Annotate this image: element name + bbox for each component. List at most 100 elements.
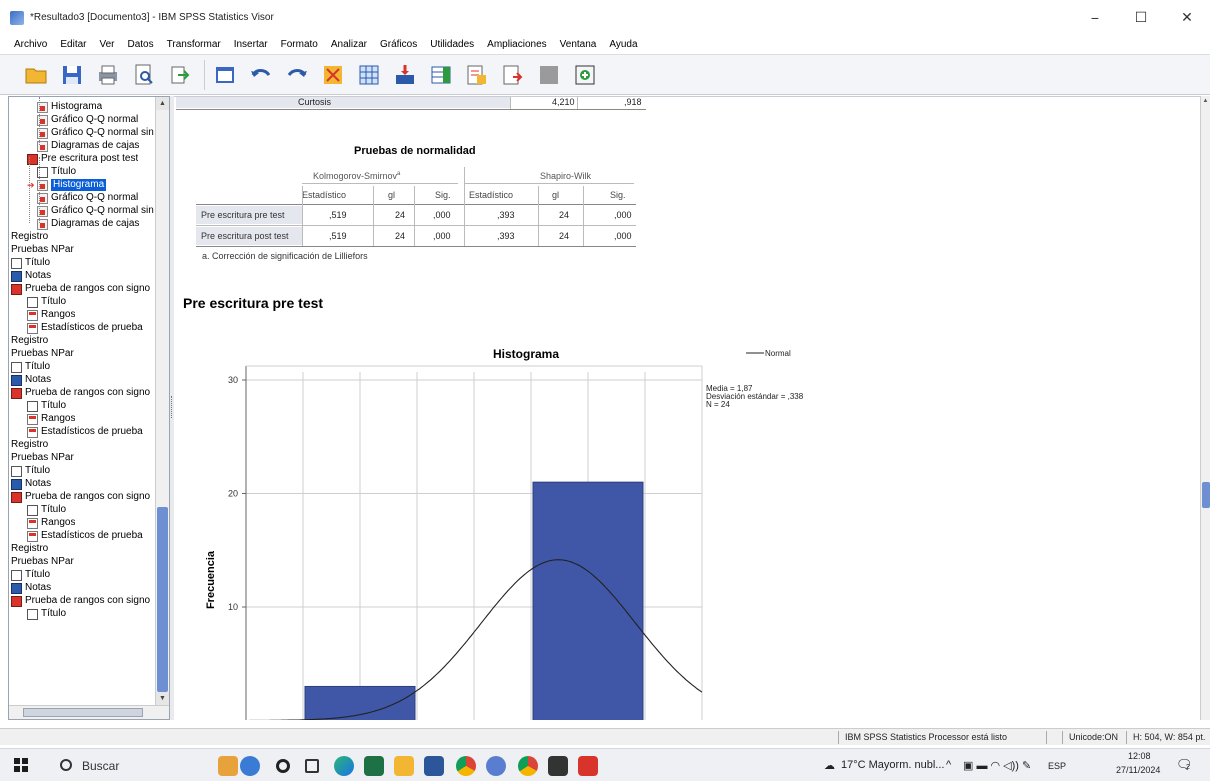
tree-item[interactable]: Estadísticos de prueba: [27, 426, 143, 438]
tree-item[interactable]: Pre escritura post test: [27, 153, 138, 165]
select-cases-icon[interactable]: [463, 61, 491, 89]
undo-icon[interactable]: [247, 61, 275, 89]
tree-item[interactable]: Título: [11, 569, 50, 581]
language-indicator[interactable]: ESP: [1048, 761, 1066, 771]
photos-icon[interactable]: [548, 756, 568, 776]
content-vertical-scrollbar[interactable]: ▲: [1200, 96, 1210, 720]
menu-editar[interactable]: Editar: [60, 39, 86, 50]
menu-transformar[interactable]: Transformar: [167, 39, 221, 50]
tree-item[interactable]: Estadísticos de prueba: [27, 322, 143, 334]
tree-item[interactable]: Histograma ➔: [27, 179, 107, 191]
tree-item[interactable]: Diagramas de cajas: [37, 218, 139, 230]
tree-item[interactable]: Histograma: [37, 101, 102, 113]
script-icon[interactable]: [571, 61, 599, 89]
print-icon[interactable]: [94, 61, 122, 89]
tree-item[interactable]: Título: [27, 400, 66, 412]
tray-chevron-icon[interactable]: ^: [946, 759, 951, 771]
cortana-icon[interactable]: [276, 759, 290, 773]
tree-item[interactable]: Pruebas NPar: [11, 348, 74, 360]
tree-item[interactable]: Gráfico Q-Q normal: [37, 114, 138, 126]
goto-case-icon[interactable]: [355, 61, 383, 89]
minimize-button[interactable]: −: [1072, 0, 1118, 35]
tree-item[interactable]: Título: [27, 296, 66, 308]
content-scroll-thumb[interactable]: [1202, 482, 1210, 508]
taskbar-search[interactable]: Buscar: [52, 755, 202, 777]
tree-item[interactable]: Registro: [11, 543, 48, 555]
tree-item[interactable]: Pruebas NPar: [11, 452, 74, 464]
tree-item[interactable]: Título: [11, 361, 50, 373]
open-folder-icon[interactable]: [22, 61, 50, 89]
edge-icon[interactable]: [334, 756, 354, 776]
redo-icon[interactable]: [283, 61, 311, 89]
scroll-up-icon[interactable]: ▲: [1201, 96, 1210, 106]
tree-item[interactable]: Pruebas NPar: [11, 244, 74, 256]
weather-icon[interactable]: ☁: [824, 759, 835, 772]
tree-item[interactable]: Diagramas de cajas: [37, 140, 139, 152]
weather-label[interactable]: 17°C Mayorm. nubl...: [841, 759, 944, 771]
goto-data-icon[interactable]: [319, 61, 347, 89]
file-explorer-icon[interactable]: [394, 756, 414, 776]
tree-item[interactable]: Título: [27, 608, 66, 620]
notification-icon[interactable]: 🗨: [1176, 757, 1193, 773]
tree-item[interactable]: Rangos: [27, 309, 75, 321]
menu-utilidades[interactable]: Utilidades: [430, 39, 474, 50]
tree-item[interactable]: Pruebas NPar: [11, 556, 74, 568]
tree-item[interactable]: Prueba de rangos con signo: [11, 283, 150, 295]
word-icon[interactable]: [424, 756, 444, 776]
widgets-icon[interactable]: [218, 756, 238, 776]
tree-item[interactable]: Notas: [11, 582, 51, 594]
tree-item[interactable]: Registro: [11, 335, 48, 347]
chrome-icon[interactable]: [456, 756, 476, 776]
tree-item[interactable]: Notas: [11, 478, 51, 490]
menu-insertar[interactable]: Insertar: [234, 39, 268, 50]
tree-item[interactable]: Rangos: [27, 413, 75, 425]
tree-scroll-down-icon[interactable]: ▼: [156, 692, 169, 705]
export-icon[interactable]: [166, 61, 194, 89]
acrobat-icon[interactable]: [578, 756, 598, 776]
tree-item[interactable]: Gráfico Q-Q normal sin t: [37, 205, 159, 217]
windows-start-icon[interactable]: [14, 758, 28, 772]
excel-icon[interactable]: [364, 756, 384, 776]
copilot-icon[interactable]: [240, 756, 260, 776]
tree-item[interactable]: Título: [37, 166, 76, 178]
menu-ampliaciones[interactable]: Ampliaciones: [487, 39, 546, 50]
menu-ver[interactable]: Ver: [99, 39, 114, 50]
tree-item[interactable]: Prueba de rangos con signo: [11, 595, 150, 607]
chrome-icon-2[interactable]: [518, 756, 538, 776]
menu-graficos[interactable]: Gráficos: [380, 39, 417, 50]
tree-item[interactable]: Registro: [11, 439, 48, 451]
tree-hscroll-thumb[interactable]: [23, 708, 143, 717]
menu-datos[interactable]: Datos: [128, 39, 154, 50]
task-view-icon[interactable]: [305, 759, 319, 773]
clock-time[interactable]: 12:08: [1128, 751, 1151, 761]
menu-formato[interactable]: Formato: [281, 39, 318, 50]
tree-item[interactable]: Gráfico Q-Q normal sin t: [37, 127, 159, 139]
tree-item[interactable]: Notas: [11, 270, 51, 282]
menu-archivo[interactable]: Archivo: [14, 39, 47, 50]
tree-item[interactable]: Prueba de rangos con signo: [11, 387, 150, 399]
splitter-grip[interactable]: [171, 396, 173, 418]
menu-ayuda[interactable]: Ayuda: [609, 39, 637, 50]
goto-variable-icon[interactable]: [391, 61, 419, 89]
insert-output-icon[interactable]: [499, 61, 527, 89]
save-icon[interactable]: [58, 61, 86, 89]
tray-icons[interactable]: ▣ ▬ ◠ ◁)) ✎: [963, 759, 1031, 772]
tree-item[interactable]: Rangos: [27, 517, 75, 529]
tree-item[interactable]: Prueba de rangos con signo: [11, 491, 150, 503]
tree-item[interactable]: Registro: [11, 231, 48, 243]
dialog-recall-icon[interactable]: [211, 61, 239, 89]
tree-item[interactable]: Título: [27, 504, 66, 516]
tree-item[interactable]: Título: [11, 257, 50, 269]
tree-scroll-thumb[interactable]: [157, 507, 168, 692]
print-preview-icon[interactable]: [130, 61, 158, 89]
tree-scroll-up-icon[interactable]: ▲: [156, 97, 169, 110]
tree-item[interactable]: Gráfico Q-Q normal: [37, 192, 138, 204]
variables-icon[interactable]: [427, 61, 455, 89]
tree-item[interactable]: Título: [11, 465, 50, 477]
tree-horizontal-scrollbar[interactable]: [9, 705, 169, 719]
spss-taskbar-icon[interactable]: [486, 756, 506, 776]
menu-ventana[interactable]: Ventana: [560, 39, 597, 50]
tree-item[interactable]: Notas: [11, 374, 51, 386]
close-button[interactable]: ✕: [1164, 0, 1210, 35]
tree-vertical-scrollbar[interactable]: ▲ ▼: [155, 97, 169, 705]
